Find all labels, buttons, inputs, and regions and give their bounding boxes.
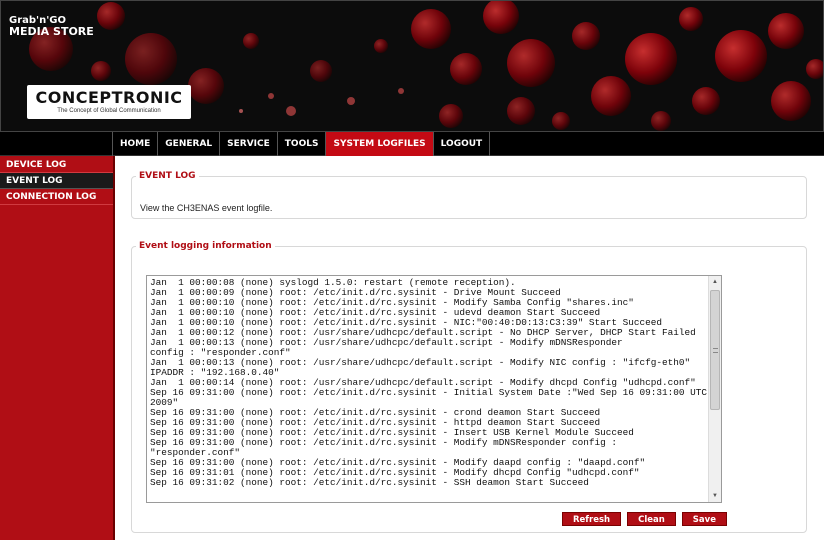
nav-logout[interactable]: LOGOUT: [432, 132, 491, 156]
nav-list: HOME GENERAL SERVICE TOOLS SYSTEM LOGFIL…: [112, 132, 491, 156]
grip-icon: [713, 348, 718, 353]
sidebar-item-device-log[interactable]: DEVICE LOG: [0, 157, 113, 173]
scroll-down-icon[interactable]: ▼: [709, 490, 721, 502]
scroll-thumb[interactable]: [710, 290, 720, 410]
header-banner: Grab'n'GO MEDIA STORE CONCEPTRONIC The C…: [0, 0, 824, 132]
store-logo: Grab'n'GO MEDIA STORE: [9, 15, 94, 37]
log-actions: Refresh Clean Save: [562, 512, 727, 526]
event-logging-info-title: Event logging information: [139, 241, 272, 251]
nav-system-logfiles[interactable]: SYSTEM LOGFILES: [325, 132, 433, 156]
sidebar-item-connection-log[interactable]: CONNECTION LOG: [0, 189, 113, 205]
nav-general[interactable]: GENERAL: [157, 132, 219, 156]
sidebar: DEVICE LOG EVENT LOG CONNECTION LOG: [0, 156, 115, 540]
refresh-button[interactable]: Refresh: [562, 512, 622, 526]
main-content: EVENT LOG View the CH3ENAS event logfile…: [117, 156, 824, 540]
clean-button[interactable]: Clean: [627, 512, 676, 526]
brand-tagline: The Concept of Global Communication: [57, 108, 161, 114]
nav-home[interactable]: HOME: [112, 132, 157, 156]
brand-logo: CONCEPTRONIC The Concept of Global Commu…: [27, 85, 191, 119]
event-log-section: EVENT LOG View the CH3ENAS event logfile…: [131, 171, 807, 219]
sidebar-item-event-log[interactable]: EVENT LOG: [0, 173, 113, 189]
scroll-up-icon[interactable]: ▲: [709, 276, 721, 288]
event-logging-info-section: Event logging information Jan 1 00:00:08…: [131, 241, 807, 533]
event-log-description: View the CH3ENAS event logfile.: [140, 203, 273, 213]
nav-tools[interactable]: TOOLS: [276, 132, 326, 156]
save-button[interactable]: Save: [681, 512, 727, 526]
brand-name: CONCEPTRONIC: [35, 88, 183, 107]
event-log-title: EVENT LOG: [139, 171, 196, 181]
log-textarea[interactable]: Jan 1 00:00:08 (none) syslogd 1.5.0: res…: [146, 275, 722, 503]
log-text: Jan 1 00:00:08 (none) syslogd 1.5.0: res…: [150, 277, 707, 488]
nav-service[interactable]: SERVICE: [219, 132, 277, 156]
log-scrollbar[interactable]: ▲ ▼: [708, 276, 721, 502]
store-logo-line2: MEDIA STORE: [9, 25, 94, 38]
top-nav: HOME GENERAL SERVICE TOOLS SYSTEM LOGFIL…: [0, 132, 824, 156]
